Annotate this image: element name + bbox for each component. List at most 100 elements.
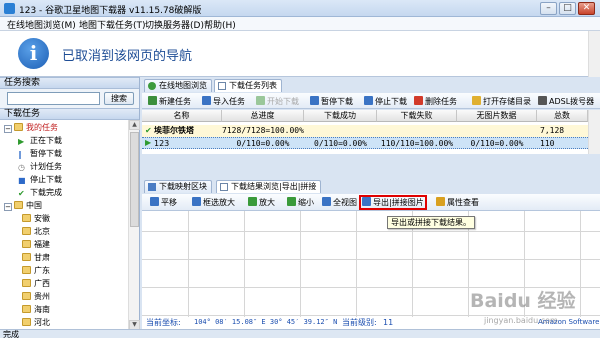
- coord-label: 当前坐标:: [146, 318, 181, 327]
- cell-failed: 110/110=100.00%: [380, 139, 454, 148]
- map-tool-button[interactable]: 全视图: [322, 197, 357, 208]
- result-tabs: 下载映射区块 下载结果浏览|导出|拼接: [142, 179, 600, 193]
- map-tool-label: 全视图: [333, 198, 357, 207]
- minimize-button[interactable]: –: [540, 2, 557, 15]
- box-zoom-icon: [192, 197, 201, 206]
- title-bar: 123 - 谷歌卫星地图下载器 v11.15.78破解版 – □ ✕: [0, 0, 600, 17]
- cell-total: 110: [540, 139, 555, 148]
- tree-item-label: 福建: [34, 240, 50, 249]
- toolbar-button[interactable]: 开始下载: [256, 96, 299, 107]
- map-tool-button[interactable]: 平移: [150, 197, 177, 208]
- toolbar-button[interactable]: 新建任务: [148, 96, 191, 107]
- folder-icon: [22, 214, 31, 222]
- tree-item[interactable]: 广东: [22, 265, 50, 276]
- toolbar-button[interactable]: 删除任务: [414, 96, 457, 107]
- tab-download-list[interactable]: 下载任务列表: [214, 79, 282, 92]
- list-icon: [218, 82, 226, 90]
- tree-item-label: 广西: [34, 279, 50, 288]
- column-header-progress[interactable]: 总进度: [222, 110, 304, 122]
- map-tool-button[interactable]: 放大: [248, 197, 275, 208]
- tree-item[interactable]: ‖ 暂停下载: [18, 148, 62, 159]
- grid-line: [142, 231, 600, 232]
- map-tool-button[interactable]: 框选放大: [192, 197, 235, 208]
- column-header-success[interactable]: 下载成功: [304, 110, 377, 122]
- toolbar-button[interactable]: 导入任务: [202, 96, 245, 107]
- column-header-failed[interactable]: 下载失败: [377, 110, 457, 122]
- full-view-icon: [322, 197, 331, 206]
- tree-item[interactable]: 海南: [22, 304, 50, 315]
- grid-line: [580, 211, 581, 317]
- folder-icon: [22, 305, 31, 313]
- collapse-toggle-icon[interactable]: −: [4, 203, 12, 211]
- delete-icon: [414, 96, 423, 105]
- tree-item[interactable]: 安徽: [22, 213, 50, 224]
- toolbar-button-label: 打开存储目录: [483, 97, 531, 106]
- import-icon: [202, 96, 211, 105]
- tree-item[interactable]: 北京: [22, 226, 50, 237]
- menu-online-browse[interactable]: 在线地图浏览(M): [7, 18, 76, 31]
- tree-item[interactable]: 河北: [22, 317, 50, 328]
- tree-item[interactable]: − 我的任务: [4, 122, 58, 133]
- tree-item[interactable]: 广西: [22, 278, 50, 289]
- tab-result-browse[interactable]: 下载结果浏览|导出|拼接: [216, 180, 322, 193]
- main-tabs: 在线地图浏览 下载任务列表: [142, 78, 600, 92]
- tree-scrollbar[interactable]: ▲ ▼: [128, 120, 140, 330]
- tab-label: 下载结果浏览|导出|拼接: [231, 182, 317, 191]
- column-header-total[interactable]: 总数: [537, 110, 588, 122]
- export-tooltip: 导出或拼接下载结果。: [387, 216, 475, 229]
- grid-line: [356, 211, 357, 317]
- toolbar-button-label: 停止下载: [375, 97, 407, 106]
- check-icon: ✔: [18, 189, 25, 198]
- task-search-input[interactable]: [7, 92, 100, 105]
- toolbar-button[interactable]: 打开存储目录: [472, 96, 531, 107]
- tab-download-blocks[interactable]: 下载映射区块: [144, 180, 212, 193]
- pan-icon: [150, 197, 159, 206]
- cell-failed: [377, 125, 457, 137]
- toolbar-button-label: 导入任务: [213, 97, 245, 106]
- toolbar-button[interactable]: 停止下载: [364, 96, 407, 107]
- tree-item[interactable]: ■ 停止下载: [18, 174, 62, 185]
- column-header-name[interactable]: 名称: [142, 110, 222, 122]
- scroll-thumb[interactable]: [130, 132, 139, 227]
- search-button[interactable]: 搜索: [104, 92, 134, 105]
- scroll-up-arrow[interactable]: ▲: [129, 120, 140, 130]
- coord-value: 104° 08′ 15.08″ E 30° 45′ 39.12″ N: [194, 318, 338, 326]
- tree-item-label: 正在下载: [30, 136, 62, 145]
- tab-online-browse[interactable]: 在线地图浏览: [144, 79, 212, 92]
- maximize-button[interactable]: □: [559, 2, 576, 15]
- export-button-highlight: [359, 195, 427, 210]
- folder-icon: [22, 240, 31, 248]
- menu-switch-server[interactable]: 切换服务器(D): [145, 18, 204, 31]
- tree-item-label: 甘肃: [34, 253, 50, 262]
- close-button[interactable]: ✕: [578, 2, 595, 15]
- table-row[interactable]: ▶ 123 0/110=0.00% 0/110=0.00% 110/110=10…: [142, 137, 588, 149]
- left-panel: 任务搜索 搜索 下载任务 − 我的任务 ▶ 正在下载 ‖ 暂停下载 ◷ 计划任务 ■ 停止下载 ✔ 下…: [0, 77, 140, 330]
- toolbar-button-label: 开始下载: [267, 97, 299, 106]
- browser-scrollbar[interactable]: [588, 31, 600, 77]
- menu-download-tasks[interactable]: 地图下载任务(T): [79, 18, 146, 31]
- table-row[interactable]: ✔ 埃菲尔铁塔 7128/7128=100.00% 7,128: [142, 125, 588, 137]
- browser-message-area: i 已取消到该网页的导航: [0, 31, 600, 77]
- tree-item-label: 中国: [26, 201, 42, 210]
- toolbar-button-label: 暂停下载: [321, 97, 353, 106]
- level-label: 当前级别:: [342, 318, 377, 327]
- tab-label: 下载映射区块: [159, 182, 207, 191]
- tree-item[interactable]: 贵州: [22, 291, 50, 302]
- toolbar-button[interactable]: 暂停下载: [310, 96, 353, 107]
- map-tool-label: 缩小: [298, 198, 314, 207]
- toolbar-button[interactable]: ADSL拨号器: [538, 96, 594, 107]
- column-header-no-data[interactable]: 无图片数据: [457, 110, 537, 122]
- tree-item[interactable]: ▶ 正在下载: [18, 135, 62, 146]
- tree-item[interactable]: ✔ 下载完成: [18, 187, 62, 198]
- map-tool-button[interactable]: 缩小: [287, 197, 314, 208]
- tree-item[interactable]: − 中国: [4, 200, 42, 211]
- open-folder-icon: [472, 96, 481, 105]
- tree-item[interactable]: 福建: [22, 239, 50, 250]
- collapse-toggle-icon[interactable]: −: [4, 125, 12, 133]
- map-tool-button[interactable]: 属性查看: [436, 197, 479, 208]
- tree-item[interactable]: 甘肃: [22, 252, 50, 263]
- toolbar-button-label: ADSL拨号器: [549, 97, 595, 106]
- grid-scrollbar[interactable]: [588, 110, 600, 154]
- tree-item[interactable]: ◷ 计划任务: [18, 161, 62, 172]
- menu-help[interactable]: 帮助(H): [204, 18, 236, 31]
